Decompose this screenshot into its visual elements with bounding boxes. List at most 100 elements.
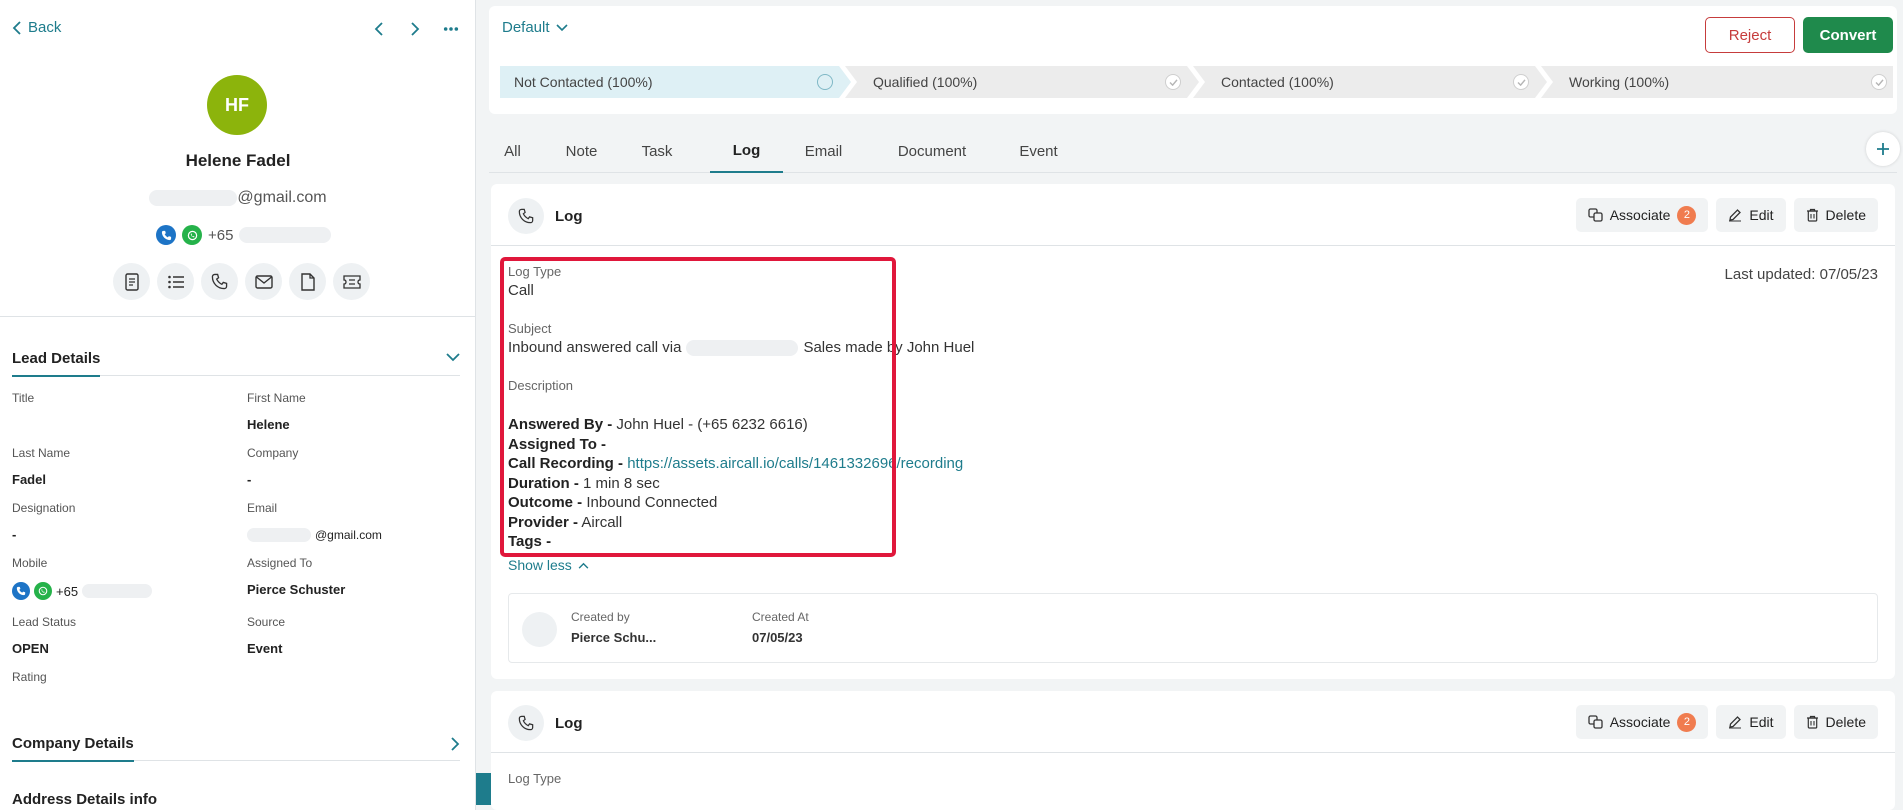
- company-details-header[interactable]: Company Details: [12, 735, 460, 762]
- trash-icon: [1806, 715, 1819, 729]
- lead-details-header[interactable]: Lead Details: [12, 350, 460, 377]
- edit-button[interactable]: Edit: [1716, 705, 1786, 739]
- chevron-up-icon: [578, 562, 589, 569]
- tab-task[interactable]: Task: [624, 130, 690, 173]
- pipeline-stages: Not Contacted (100%) Qualified (100%) Co…: [500, 66, 1893, 98]
- lead-details-title: Lead Details: [12, 350, 101, 377]
- check-icon: [1165, 74, 1181, 90]
- field-email: Email @gmail.com: [247, 501, 467, 542]
- tab-log[interactable]: Log: [710, 130, 783, 173]
- field-value: Pierce Schuster: [247, 582, 346, 597]
- field-label: Rating: [12, 670, 47, 684]
- address-details-title: Address Details info: [12, 791, 158, 808]
- back-link[interactable]: Back: [12, 19, 61, 36]
- desc-assigned-to: Assigned To -: [508, 435, 988, 455]
- whatsapp-icon[interactable]: [34, 582, 52, 600]
- tab-event[interactable]: Event: [1000, 130, 1077, 173]
- field-label: Assigned To: [247, 556, 313, 570]
- field-label: Source: [247, 615, 286, 629]
- log-type-label: Log Type: [508, 771, 562, 786]
- ticket-icon[interactable]: [333, 263, 370, 300]
- sidebar-topbar: Back: [12, 19, 459, 39]
- field-lead-status: Lead Status OPEN: [12, 615, 232, 656]
- log-actions: Associate 2 Edit Delete: [1575, 705, 1878, 739]
- tab-all[interactable]: All: [489, 130, 536, 173]
- stage-contacted[interactable]: Contacted (100%): [1207, 66, 1535, 98]
- log-card: Log Associate 2 Edit: [491, 184, 1895, 679]
- log-details: Log Type Call Subject Inbound answered c…: [508, 264, 988, 552]
- delete-button[interactable]: Delete: [1793, 198, 1878, 232]
- log-title: Log: [555, 715, 583, 732]
- stage-status-icon: [817, 74, 833, 90]
- subject-value: Inbound answered call via Sales made by …: [508, 339, 988, 356]
- desc-value: 1 min 8 sec: [583, 474, 660, 492]
- whatsapp-icon[interactable]: [182, 225, 202, 245]
- desc-key: Answered By -: [508, 416, 613, 433]
- tab-document[interactable]: Document: [872, 130, 992, 173]
- more-options-icon[interactable]: [443, 19, 459, 39]
- edit-button[interactable]: Edit: [1716, 198, 1786, 232]
- phone-icon: [508, 198, 544, 234]
- created-at: Created At 07/05/23: [752, 610, 809, 645]
- lead-name: Helene Fadel: [185, 151, 291, 170]
- call-recording-link[interactable]: https://assets.aircall.io/calls/14613326…: [627, 455, 963, 472]
- delete-button[interactable]: Delete: [1793, 705, 1878, 739]
- associate-button[interactable]: Associate 2: [1575, 705, 1709, 739]
- add-activity-button[interactable]: [1866, 132, 1900, 166]
- desc-tags: Tags -: [508, 532, 988, 552]
- show-less-toggle[interactable]: Show less: [508, 557, 589, 573]
- desc-value: John Huel - (+65 6232 6616): [616, 416, 808, 433]
- created-by-value: Pierce Schu...: [571, 630, 657, 645]
- field-title: Title: [12, 391, 232, 405]
- field-label: Lead Status: [12, 615, 77, 629]
- phone-call-icon[interactable]: [12, 582, 30, 600]
- pipeline-card: Default Reject Convert Not Contacted (10…: [489, 6, 1897, 114]
- log-card-header: Log Associate 2 Edit Delete: [491, 691, 1895, 753]
- desc-value: Aircall: [581, 513, 623, 531]
- chevron-down-icon[interactable]: [446, 352, 460, 362]
- tab-note[interactable]: Note: [548, 130, 615, 173]
- stage-qualified[interactable]: Qualified (100%): [859, 66, 1187, 98]
- convert-button[interactable]: Convert: [1803, 17, 1893, 53]
- tab-email[interactable]: Email: [787, 130, 860, 173]
- document-icon[interactable]: [289, 263, 326, 300]
- email-suffix: @gmail.com: [315, 527, 382, 542]
- phone-call-icon[interactable]: [156, 225, 176, 245]
- created-at-value: 07/05/23: [752, 630, 803, 645]
- stage-not-contacted[interactable]: Not Contacted (100%): [500, 66, 839, 98]
- desc-key: Assigned To -: [508, 435, 607, 453]
- pencil-icon: [1728, 715, 1742, 729]
- field-value: @gmail.com: [247, 527, 467, 542]
- trash-icon: [1806, 208, 1819, 222]
- field-value: +65: [12, 582, 232, 600]
- next-record-icon[interactable]: [407, 19, 423, 39]
- created-by-label: Created by: [571, 610, 630, 624]
- view-select[interactable]: Default: [502, 19, 568, 36]
- stage-working[interactable]: Working (100%): [1555, 66, 1893, 98]
- field-value: OPEN: [12, 641, 49, 656]
- address-details-header[interactable]: Address Details info: [12, 791, 460, 810]
- field-source: Source Event: [247, 615, 467, 656]
- redacted-text: [149, 190, 238, 206]
- previous-record-icon[interactable]: [371, 19, 387, 39]
- main-content: Default Reject Convert Not Contacted (10…: [477, 0, 1903, 810]
- chevron-right-icon[interactable]: [450, 737, 460, 751]
- plus-icon: [1876, 142, 1890, 156]
- reject-button[interactable]: Reject: [1705, 17, 1795, 53]
- phone-icon[interactable]: [201, 263, 238, 300]
- associate-button[interactable]: Associate 2: [1575, 198, 1709, 232]
- mail-icon[interactable]: [245, 263, 282, 300]
- list-icon[interactable]: [157, 263, 194, 300]
- notes-icon[interactable]: [113, 263, 150, 300]
- field-label: Mobile: [12, 556, 48, 570]
- view-select-value: Default: [502, 19, 550, 36]
- phone-icon: [508, 705, 544, 741]
- redacted-text: [686, 339, 799, 356]
- desc-key: Tags -: [508, 533, 552, 550]
- field-label: First Name: [247, 391, 306, 405]
- field-label: Last Name: [12, 446, 71, 460]
- back-label: Back: [28, 19, 62, 36]
- company-details-title: Company Details: [12, 735, 134, 762]
- desc-call-recording: Call Recording - https://assets.aircall.…: [508, 454, 988, 474]
- log-type-value: Call: [508, 282, 534, 299]
